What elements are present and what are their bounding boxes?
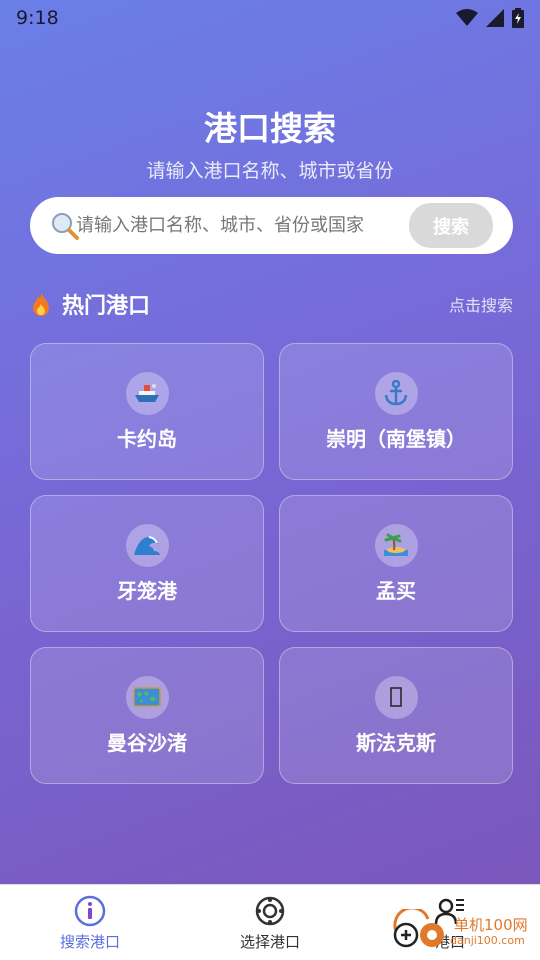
island-icon	[374, 523, 418, 567]
nav-tab-search-port[interactable]: 搜索港口	[0, 885, 180, 960]
watermark-logo-icon	[393, 909, 444, 948]
signal-icon	[486, 9, 504, 27]
hot-ports-title: 热门港口	[62, 294, 151, 319]
hot-ports-grid: 卡约岛 崇明（南堡镇） 牙笼港 孟买 曼谷沙渚 斯法克斯	[30, 343, 513, 784]
search-button[interactable]: 搜索	[409, 203, 493, 248]
port-card-label: 牙笼港	[117, 578, 177, 603]
port-card[interactable]: 斯法克斯	[279, 647, 513, 784]
click-search-link[interactable]: 点击搜索	[449, 292, 513, 316]
port-card[interactable]: 卡约岛	[30, 343, 264, 480]
nav-tab-select-port[interactable]: 选择港口	[180, 885, 360, 960]
port-card-label: 斯法克斯	[356, 730, 436, 755]
watermark: 单机100网 danji100.com	[388, 906, 538, 956]
nav-tab-label: 搜索港口	[59, 932, 120, 951]
status-bar: 9:18	[0, 0, 540, 36]
port-card[interactable]: 曼谷沙渚	[30, 647, 264, 784]
port-card[interactable]: 崇明（南堡镇）	[279, 343, 513, 480]
hot-ports-header: 热门港口 点击搜索	[30, 286, 513, 322]
search-input[interactable]	[76, 205, 416, 245]
port-card-label: 卡约岛	[117, 426, 177, 451]
world-map-icon	[125, 675, 169, 719]
watermark-text-wrap: 单机100网 danji100.com	[450, 916, 528, 947]
gear-icon	[255, 896, 285, 925]
port-card-label: 崇明（南堡镇）	[326, 426, 466, 451]
watermark-text: 单机100网	[454, 915, 528, 934]
port-card-label: 孟买	[376, 578, 416, 603]
wave-icon	[125, 523, 169, 567]
wifi-icon	[456, 9, 478, 26]
port-card-label: 曼谷沙渚	[107, 730, 187, 755]
search-bar: 搜索	[30, 197, 513, 254]
watermark-sub: danji100.com	[450, 933, 525, 947]
status-time: 9:18	[16, 7, 59, 29]
fire-icon	[33, 292, 49, 316]
ship-icon	[125, 371, 169, 415]
missing-glyph-icon	[374, 675, 418, 719]
port-card[interactable]: 孟买	[279, 495, 513, 632]
anchor-icon	[374, 371, 418, 415]
hot-ports-title-wrap: 热门港口	[30, 288, 150, 320]
battery-icon	[512, 8, 524, 28]
nav-tab-label: 选择港口	[239, 932, 300, 951]
status-icons	[456, 8, 524, 28]
info-icon	[74, 895, 106, 926]
port-card[interactable]: 牙笼港	[30, 495, 264, 632]
page-title: 港口搜索	[204, 109, 336, 148]
page-subtitle: 请输入港口名称、城市或省份	[146, 160, 394, 182]
